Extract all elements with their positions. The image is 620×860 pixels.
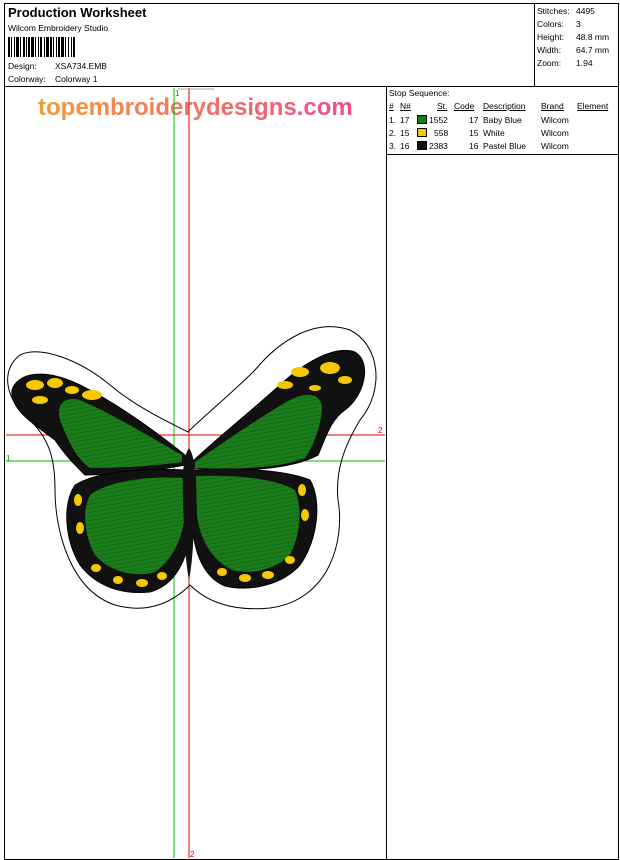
axis-marker-h2: 2	[378, 426, 383, 435]
upper-right-wing	[191, 350, 365, 471]
butterfly-body	[182, 448, 196, 580]
lower-right-wing	[192, 468, 318, 589]
axis-marker-h1: 1	[6, 454, 11, 463]
upper-left-wing	[11, 373, 186, 476]
lower-left-wing	[66, 468, 191, 594]
axis-marker-v1: 1	[175, 89, 180, 98]
watermark-text: topembroiderydesigns.com	[38, 94, 353, 121]
embroidery-preview: topembroiderydesigns.com 1 1 2 2	[6, 88, 385, 859]
axis-marker-v2: 2	[190, 850, 195, 859]
